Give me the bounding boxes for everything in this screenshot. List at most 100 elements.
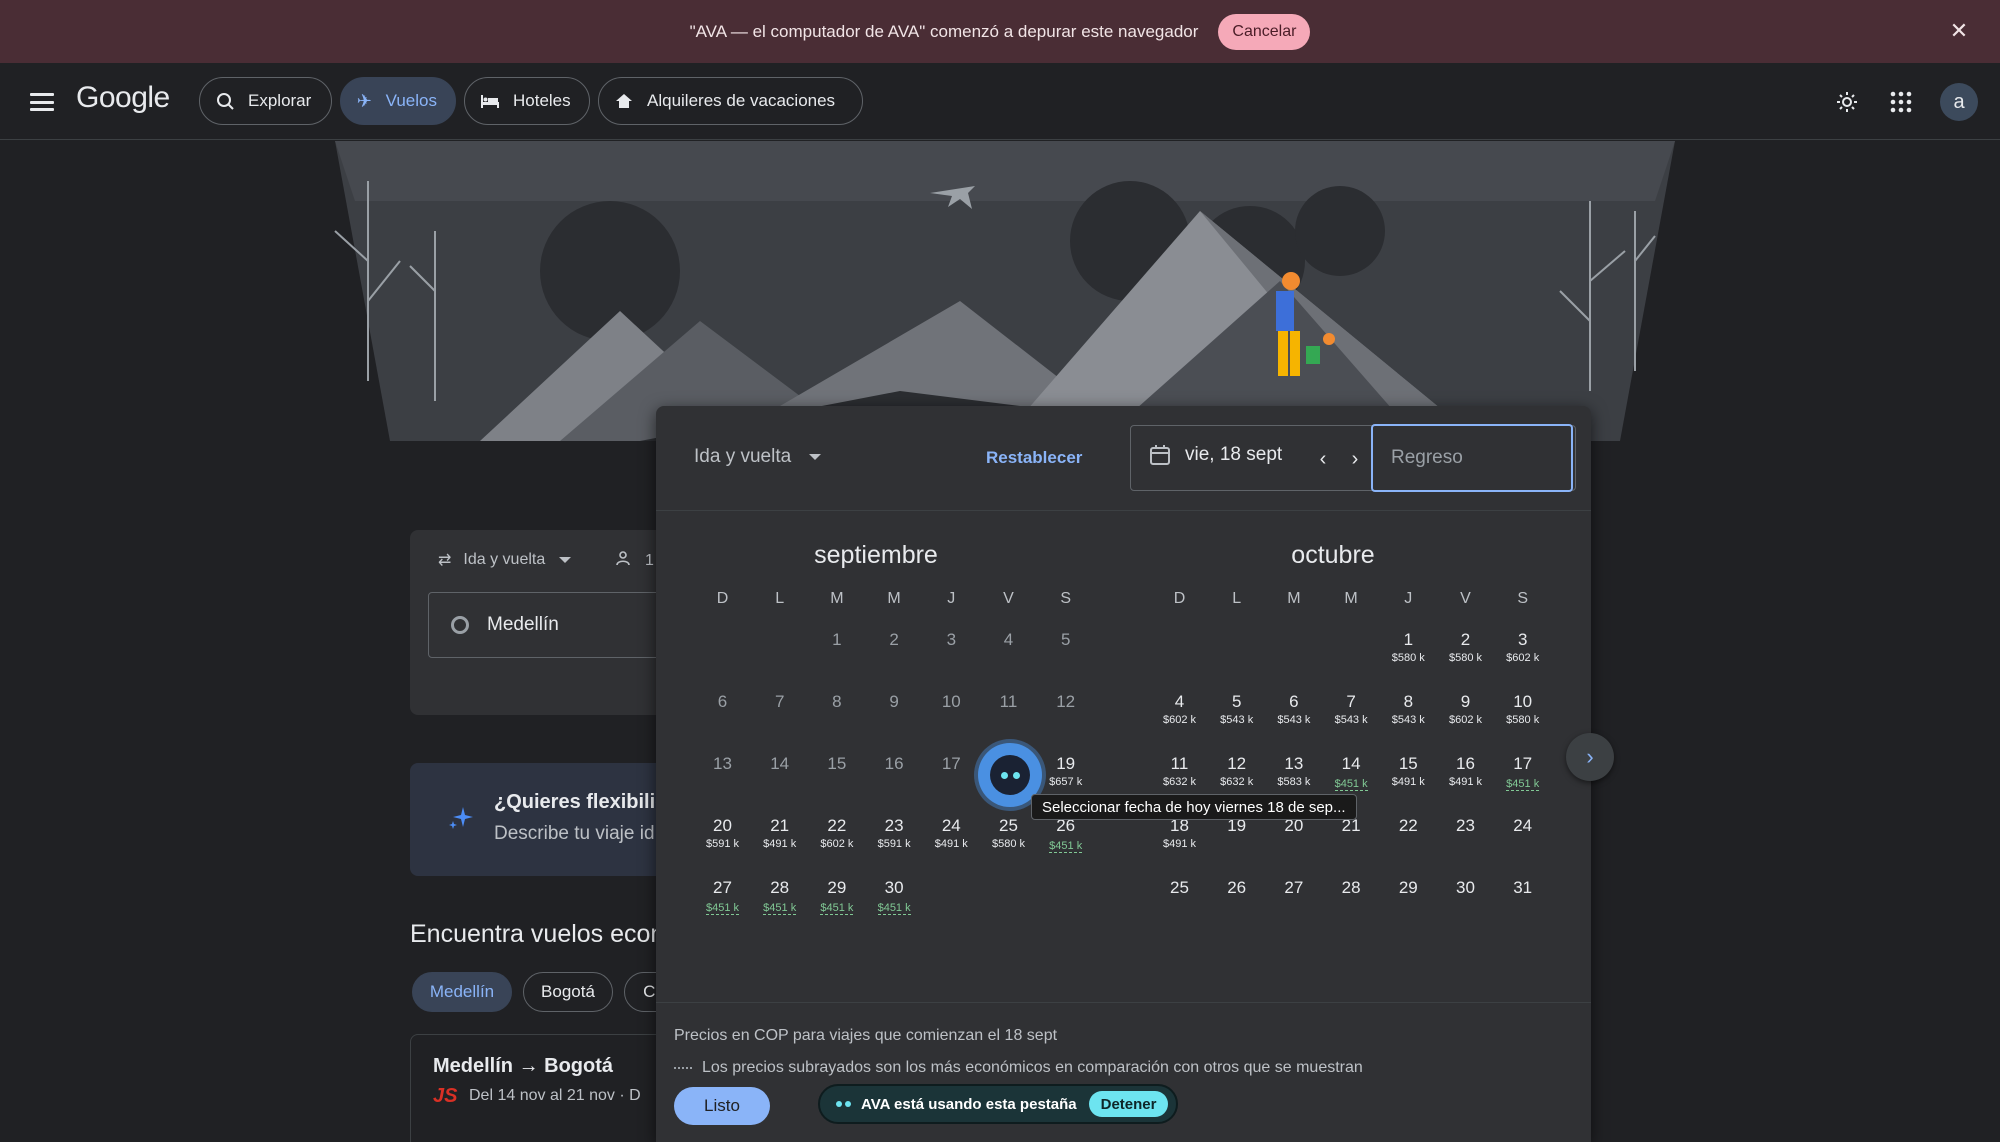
calendar-day[interactable]: 28 (1323, 870, 1380, 928)
chip-bogota[interactable]: Bogotá (523, 972, 613, 1012)
calendar-day[interactable]: 22 (1380, 808, 1437, 866)
tab-alquileres[interactable]: Alquileres de vacaciones (598, 77, 863, 125)
departure-value: vie, 18 sept (1185, 444, 1283, 465)
day-number: 14 (770, 754, 790, 773)
calendar-day[interactable]: 17 $451 k (1494, 746, 1551, 804)
flexibility-subtitle: Describe tu viaje id (494, 823, 655, 844)
airline-logo: JS (433, 1085, 458, 1107)
calendar-day[interactable]: 21 $491 k (751, 808, 808, 866)
done-button[interactable]: Listo (674, 1087, 770, 1125)
calendar-day[interactable]: 24 $491 k (923, 808, 980, 866)
calendar-day[interactable]: 29 (1380, 870, 1437, 928)
calendar-day[interactable]: 9 $602 k (1437, 684, 1494, 742)
passengers-count: 1 (645, 551, 654, 569)
calendar-day[interactable]: 29 $451 k (808, 870, 865, 928)
avatar[interactable]: a (1940, 83, 1978, 121)
reset-button[interactable]: Restablecer (986, 448, 1082, 468)
weekday-header: J (1404, 590, 1413, 607)
cancel-debug-button[interactable]: Cancelar (1218, 13, 1311, 50)
calendar-day[interactable]: 1 $580 k (1380, 622, 1437, 680)
calendar-day[interactable]: 3 $602 k (1494, 622, 1551, 680)
passengers-select[interactable]: 1 (615, 550, 654, 571)
calendar-day[interactable]: 15 $491 k (1380, 746, 1437, 804)
next-date-chevron-icon[interactable]: › (1343, 447, 1367, 471)
calendar-day: 11 (980, 684, 1037, 742)
origin-circle-icon (451, 616, 469, 634)
departure-field[interactable]: vie, 18 sept (1149, 444, 1282, 466)
calendar-day[interactable]: 27 $451 k (694, 870, 751, 928)
calendar-day[interactable]: 7 $543 k (1323, 684, 1380, 742)
day-number: 28 (770, 878, 790, 897)
day-price: $632 k (1162, 776, 1197, 788)
calendar-day[interactable]: 25 $580 k (980, 808, 1037, 866)
tab-explorar[interactable]: Explorar (199, 77, 332, 125)
chip-medellin[interactable]: Medellín (412, 972, 512, 1012)
weekday-header: V (1460, 590, 1471, 607)
calendar-day: 12 (1037, 684, 1094, 742)
day-number: 22 (1398, 816, 1418, 835)
calendar-day[interactable]: 8 $543 k (1380, 684, 1437, 742)
calendar-day[interactable]: 27 (1265, 870, 1322, 928)
calendar-day[interactable]: 20 $591 k (694, 808, 751, 866)
calendar-day[interactable]: 30 (1437, 870, 1494, 928)
apps-grid-icon[interactable] (1886, 87, 1916, 117)
origin-field[interactable]: Medellín (428, 592, 668, 658)
day-number: 30 (1456, 878, 1475, 897)
google-logo[interactable]: Google (76, 81, 170, 115)
underline-note: Los precios subrayados son los más econó… (674, 1059, 1363, 1077)
stop-button[interactable]: Detener (1088, 1091, 1169, 1117)
calendar-day: 10 (923, 684, 980, 742)
day-number: 7 (1346, 692, 1356, 711)
day-price: $451 k (1506, 778, 1540, 791)
day-number: 27 (1284, 878, 1304, 897)
day-price: $602 k (1506, 652, 1540, 664)
trip-type-select[interactable]: ⇄ Ida y vuelta (438, 550, 572, 570)
day-number: 10 (1513, 692, 1533, 711)
tab-hoteles[interactable]: Hoteles (464, 77, 590, 125)
day-number: 5 (1231, 692, 1242, 711)
prev-date-chevron-icon[interactable]: ‹ (1311, 447, 1335, 471)
calendar-day[interactable]: 30 $451 k (866, 870, 923, 928)
calendar-day[interactable]: 28 $451 k (751, 870, 808, 928)
day-price: $543 k (1220, 714, 1254, 726)
day-price: $543 k (1334, 714, 1368, 726)
date-picker-header: Ida y vuelta Restablecer vie, 18 sept ‹ … (656, 406, 1591, 511)
day-price: $580 k (1391, 652, 1425, 664)
flexibility-title: ¿Quieres flexibilid (494, 791, 668, 813)
chevron-down-icon (809, 454, 822, 460)
day-number: 8 (1403, 692, 1414, 711)
day-number: 4 (1003, 630, 1014, 649)
calendar-day[interactable]: 24 (1494, 808, 1551, 866)
calendar-day[interactable]: 31 (1494, 870, 1551, 928)
calendar-day[interactable]: 6 $543 k (1265, 684, 1322, 742)
menu-icon[interactable] (26, 87, 58, 117)
calendar-day[interactable]: 23 (1437, 808, 1494, 866)
day-price: $491 k (763, 838, 797, 850)
day-number: 13 (713, 754, 732, 773)
day-price: $451 k (877, 902, 911, 915)
calendar-day[interactable]: 25 (1151, 870, 1208, 928)
calendar-day[interactable]: 5 $543 k (1208, 684, 1265, 742)
calendar-day: 15 (808, 746, 865, 804)
day-price: $543 k (1277, 714, 1311, 726)
weekday-header: D (716, 590, 729, 607)
calendar-day[interactable]: 23 $591 k (866, 808, 923, 866)
calendar-day[interactable]: 2 $580 k (1437, 622, 1494, 680)
day-price: $632 k (1220, 776, 1254, 788)
weekday-header: L (775, 590, 785, 607)
weekday-header: J (947, 590, 956, 607)
calendar-day[interactable]: 22 $602 k (808, 808, 865, 866)
calendar-day[interactable]: 26 (1208, 870, 1265, 928)
weekday-header: V (1003, 590, 1014, 607)
next-month-chevron-icon[interactable]: › (1566, 733, 1614, 781)
calendar-day[interactable]: 16 $491 k (1437, 746, 1494, 804)
tab-vuelos[interactable]: ✈ Vuelos (340, 77, 456, 125)
day-number: 2 (1460, 630, 1471, 649)
theme-sun-icon[interactable] (1832, 87, 1862, 117)
calendar-day[interactable]: 4 $602 k (1151, 684, 1208, 742)
day-price: $602 k (1162, 714, 1197, 726)
return-field[interactable]: Regreso (1371, 424, 1573, 492)
close-icon[interactable]: ✕ (1944, 16, 1974, 46)
calendar-day[interactable]: 10 $580 k (1494, 684, 1551, 742)
picker-trip-type-select[interactable]: Ida y vuelta (694, 446, 822, 468)
